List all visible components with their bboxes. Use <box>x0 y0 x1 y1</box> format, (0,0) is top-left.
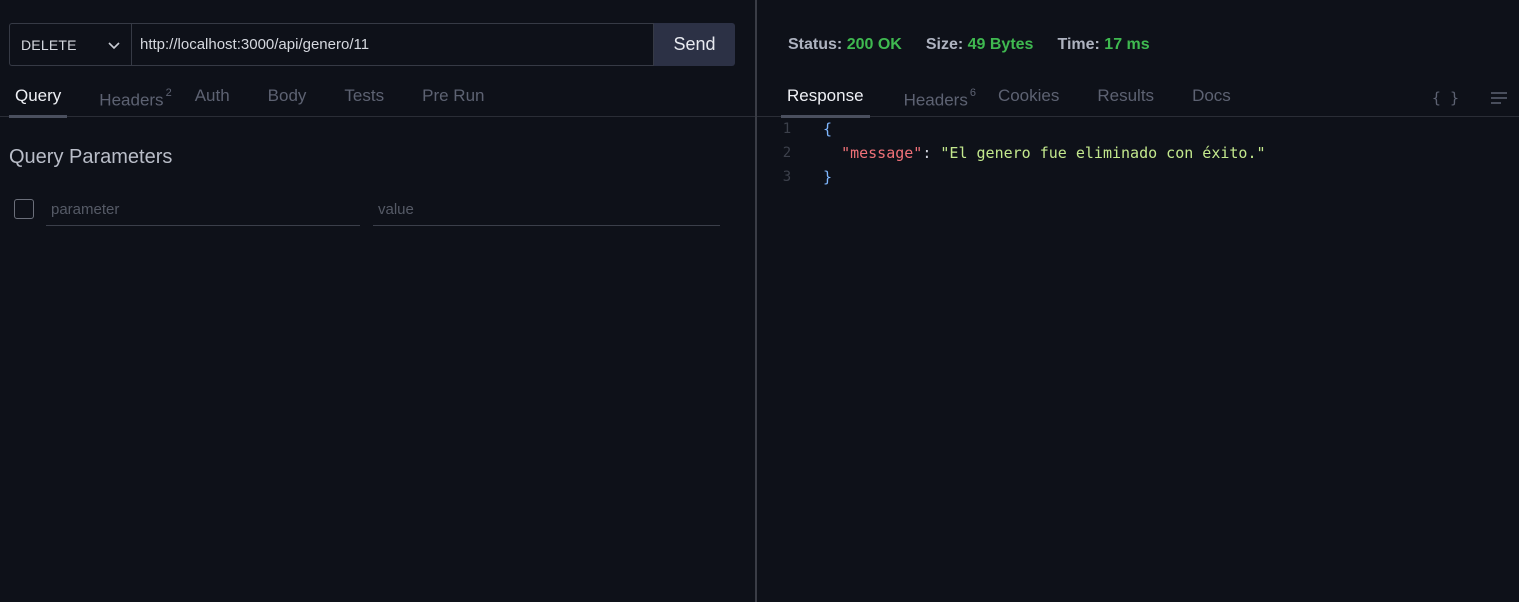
tab-query[interactable]: Query <box>9 80 68 118</box>
response-time: 17 ms <box>1104 36 1150 53</box>
request-tabs: Query Headers 2 Auth Body Tests Pre Run <box>0 80 755 118</box>
tab-body[interactable]: Body <box>262 80 313 117</box>
method-select[interactable]: DELETE <box>9 23 131 66</box>
line-number: 1 <box>782 121 792 137</box>
tab-pre-run[interactable]: Pre Run <box>416 80 490 117</box>
tab-docs[interactable]: Docs <box>1186 80 1237 117</box>
tab-response-headers[interactable]: Headers 6 <box>898 80 982 117</box>
parameter-name-input[interactable] <box>46 193 360 226</box>
request-pane: DELETE Send Query Headers2 Auth Body Tes… <box>0 0 755 602</box>
response-size: 49 Bytes <box>967 36 1034 53</box>
response-body: 1 { 2 "message": "El genero fue eliminad… <box>757 117 1519 189</box>
size-indicator: Size: 49 Bytes <box>925 36 1034 53</box>
response-pane: Status: 200 OK Size: 49 Bytes Time: 17 m… <box>757 0 1519 602</box>
line-number: 3 <box>782 169 792 185</box>
tab-response[interactable]: Response <box>781 80 870 118</box>
braces-icon[interactable]: { } <box>1432 89 1459 107</box>
json-key: "message" <box>841 144 923 162</box>
line-number: 2 <box>782 145 792 161</box>
send-button[interactable]: Send <box>654 23 735 66</box>
tab-headers[interactable]: Headers 2 <box>93 80 177 117</box>
tab-results[interactable]: Results <box>1091 80 1160 117</box>
json-open-brace: { <box>823 120 833 138</box>
wrap-lines-icon[interactable] <box>1490 91 1508 105</box>
code-line: 1 { <box>757 117 1519 141</box>
tab-auth[interactable]: Auth <box>189 80 236 117</box>
status-code: 200 OK <box>846 36 902 53</box>
json-close-brace: } <box>823 168 833 186</box>
method-label: DELETE <box>21 36 77 53</box>
code-line: 3 } <box>757 165 1519 189</box>
headers-count-badge: 2 <box>165 87 172 99</box>
response-headers-count-badge: 6 <box>969 87 976 99</box>
request-bar: DELETE Send <box>9 23 735 66</box>
tab-tests[interactable]: Tests <box>338 80 390 117</box>
query-param-row <box>13 193 723 227</box>
checkbox-icon[interactable] <box>14 199 34 219</box>
time-indicator: Time: 17 ms <box>1057 36 1150 53</box>
json-colon: : <box>922 144 941 162</box>
parameter-value-input[interactable] <box>373 193 720 226</box>
code-line: 2 "message": "El genero fue eliminado co… <box>757 141 1519 165</box>
tab-cookies[interactable]: Cookies <box>992 80 1065 117</box>
url-input[interactable] <box>131 23 654 66</box>
response-status-line: Status: 200 OK Size: 49 Bytes Time: 17 m… <box>788 36 1174 54</box>
query-parameters-title: Query Parameters <box>9 146 173 168</box>
json-string-value: "El genero fue eliminado con éxito." <box>940 144 1266 162</box>
response-tabs: Response Headers 6 Cookies Results Docs {… <box>757 80 1519 118</box>
status-indicator: Status: 200 OK <box>788 36 902 53</box>
chevron-down-icon <box>108 41 120 49</box>
